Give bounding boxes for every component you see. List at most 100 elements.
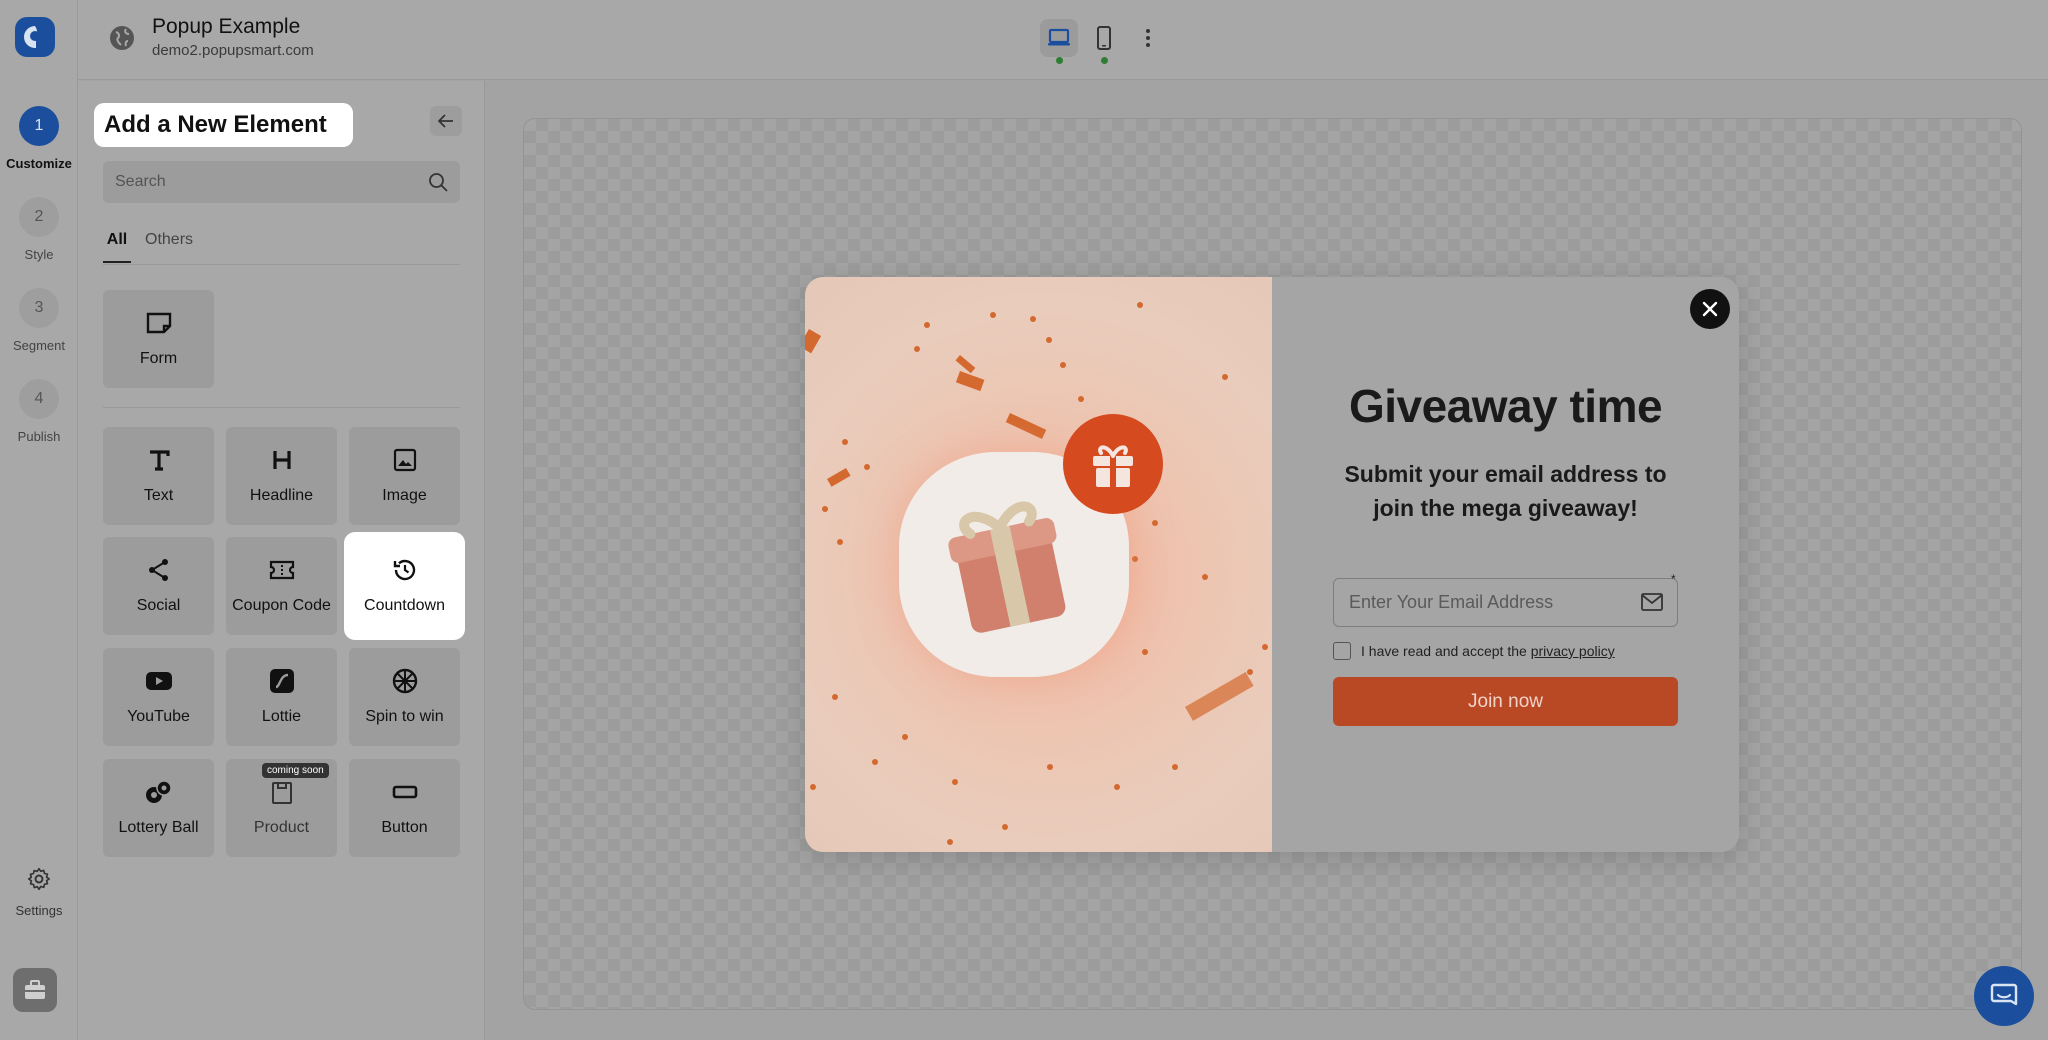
- briefcase-button[interactable]: [13, 968, 57, 1012]
- step-number: 2: [19, 197, 59, 237]
- element-image[interactable]: Image: [349, 427, 460, 525]
- chat-icon: [1990, 983, 2018, 1006]
- status-dot: [1056, 57, 1063, 64]
- step-publish[interactable]: 4 Publish: [0, 379, 78, 444]
- element-label: YouTube: [127, 708, 190, 725]
- gift-badge: [1063, 414, 1163, 514]
- tab-others[interactable]: Others: [145, 231, 193, 261]
- consent-label: I have read and accept the: [1361, 643, 1531, 659]
- element-countdown[interactable]: Countdown: [349, 537, 460, 635]
- site-domain: demo2.popupsmart.com: [152, 42, 314, 59]
- close-icon: [1702, 301, 1718, 317]
- element-button[interactable]: Button: [349, 759, 460, 857]
- join-now-button[interactable]: Join now: [1333, 677, 1678, 726]
- gift-box-image: [948, 501, 1066, 633]
- step-style[interactable]: 2 Style: [0, 197, 78, 262]
- more-options-icon[interactable]: [1138, 24, 1158, 52]
- close-button[interactable]: [1690, 289, 1730, 329]
- youtube-icon: [144, 666, 174, 696]
- page-title: Popup Example: [152, 15, 301, 38]
- logo-icon: [24, 26, 40, 48]
- required-mark: *: [1671, 572, 1676, 586]
- popup-subheadline[interactable]: Submit your email address to join the me…: [1332, 457, 1679, 525]
- globe-icon: [110, 26, 134, 50]
- element-label: Headline: [249, 487, 314, 504]
- element-label: Button: [381, 819, 428, 836]
- chat-launcher-button[interactable]: [1974, 966, 2034, 1026]
- element-label: Form: [139, 350, 178, 367]
- gift-icon: [1093, 445, 1133, 487]
- element-label: Lottie: [261, 708, 302, 725]
- popup-preview[interactable]: Giveaway time Submit your email address …: [805, 277, 1739, 852]
- panel-title: Add a New Element: [94, 103, 353, 147]
- step-number: 1: [19, 106, 59, 146]
- gear-icon: [27, 867, 50, 891]
- share-icon: [144, 555, 174, 585]
- element-spin-to-win[interactable]: Spin to win: [349, 648, 460, 746]
- arrow-left-icon: [438, 114, 453, 128]
- search-icon: [429, 173, 448, 192]
- popup-content-panel: Giveaway time Submit your email address …: [1272, 277, 1739, 852]
- popup-image-panel: [805, 277, 1272, 852]
- element-label: Coupon Code: [232, 597, 331, 614]
- element-lottie[interactable]: Lottie: [226, 648, 337, 746]
- element-panel: Add a New Element All Others Form Text H…: [78, 81, 485, 1040]
- mail-icon: [1641, 593, 1663, 611]
- top-bar: Popup Example demo2.popupsmart.com: [78, 0, 2048, 80]
- lottery-ball-icon: [144, 777, 174, 807]
- element-headline[interactable]: Headline: [226, 427, 337, 525]
- element-coupon-code[interactable]: Coupon Code: [226, 537, 337, 635]
- element-lottery-ball[interactable]: Lottery Ball: [103, 759, 214, 857]
- settings-label: Settings: [15, 903, 63, 918]
- coming-soon-badge: coming soon: [262, 763, 329, 778]
- element-label: Social: [136, 597, 181, 614]
- step-label: Segment: [12, 338, 66, 353]
- form-icon: [144, 308, 174, 338]
- element-label: Spin to win: [365, 708, 444, 725]
- element-tabs: All Others: [103, 231, 460, 265]
- privacy-policy-link[interactable]: privacy policy: [1531, 643, 1615, 659]
- lottie-icon: [267, 666, 297, 696]
- tab-all[interactable]: All: [103, 231, 131, 263]
- element-product: coming soon Product: [226, 759, 337, 857]
- email-field[interactable]: [1333, 578, 1678, 627]
- element-form[interactable]: Form: [103, 290, 214, 388]
- step-customize[interactable]: 1 Customize: [0, 106, 78, 171]
- element-youtube[interactable]: YouTube: [103, 648, 214, 746]
- element-label: Countdown: [364, 597, 445, 614]
- step-number: 4: [19, 379, 59, 419]
- product-icon: [267, 777, 297, 807]
- element-social[interactable]: Social: [103, 537, 214, 635]
- step-segment[interactable]: 3 Segment: [0, 288, 78, 353]
- mobile-view-button[interactable]: [1085, 19, 1123, 64]
- popup-headline[interactable]: Giveaway time: [1272, 379, 1739, 433]
- briefcase-icon: [25, 980, 45, 999]
- step-number: 3: [19, 288, 59, 328]
- settings-button[interactable]: Settings: [0, 866, 78, 918]
- step-label: Style: [24, 247, 54, 262]
- consent-text: I have read and accept the privacy polic…: [1361, 643, 1615, 659]
- image-icon: [390, 445, 420, 475]
- element-label: Text: [143, 487, 174, 504]
- button-icon: [390, 777, 420, 807]
- divider: [103, 407, 460, 408]
- step-label: Publish: [17, 429, 61, 444]
- text-icon: [144, 445, 174, 475]
- element-label: Product: [253, 819, 310, 836]
- element-text[interactable]: Text: [103, 427, 214, 525]
- search-input[interactable]: [103, 161, 460, 203]
- consent-checkbox[interactable]: [1333, 642, 1351, 660]
- coupon-icon: [267, 555, 297, 585]
- phone-icon: [1097, 26, 1111, 50]
- step-label: Customize: [6, 156, 72, 171]
- wheel-icon: [390, 666, 420, 696]
- left-rail: 1 Customize 2 Style 3 Segment 4 Publish …: [0, 0, 78, 1040]
- history-icon: [390, 555, 420, 585]
- element-label: Image: [382, 487, 427, 504]
- laptop-icon: [1048, 28, 1070, 46]
- back-button[interactable]: [430, 106, 462, 136]
- headline-icon: [267, 445, 297, 475]
- element-label: Lottery Ball: [118, 819, 199, 836]
- popupsmart-logo[interactable]: [15, 17, 55, 57]
- desktop-view-button[interactable]: [1040, 19, 1078, 64]
